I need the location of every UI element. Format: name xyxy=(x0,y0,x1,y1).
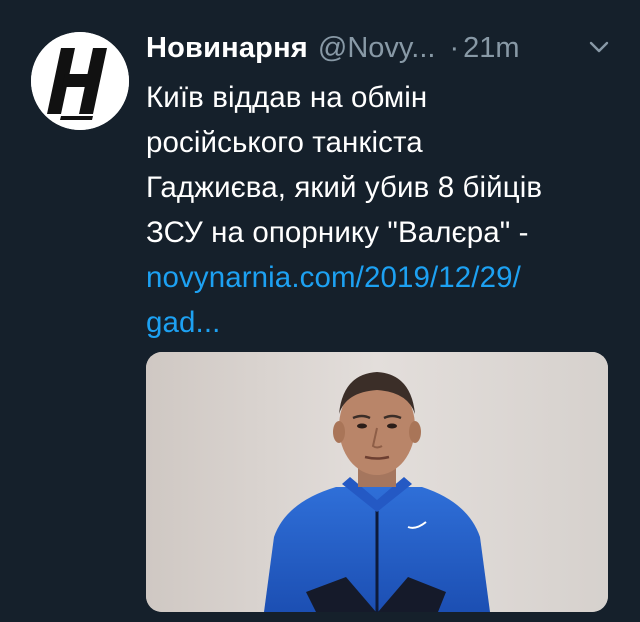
tweet-text-line: Гаджиєва, який убив 8 бійців xyxy=(146,171,543,204)
photo-of-man xyxy=(146,352,608,612)
separator: · xyxy=(449,31,460,64)
avatar[interactable] xyxy=(31,32,129,130)
tweet-header: Новинарня @Novy... · 21m xyxy=(146,28,612,68)
tweet-text-line: ЗСУ на опорнику "Валєра" - xyxy=(146,216,529,249)
author-handle[interactable]: @Novy... xyxy=(318,32,436,65)
tweet-link[interactable]: gad... xyxy=(146,300,616,345)
tweet-link[interactable]: novynarnia.com/2019/12/29/ xyxy=(146,255,616,300)
chevron-down-icon[interactable] xyxy=(586,34,612,60)
tweet-text-line: російського танкіста xyxy=(146,126,423,159)
timestamp[interactable]: 21m xyxy=(463,32,519,65)
novynarnia-logo-icon xyxy=(31,32,129,130)
tweet-text: Київ віддав на обмін російського танкіст… xyxy=(146,75,616,345)
tweet[interactable]: Новинарня @Novy... · 21m Київ віддав на … xyxy=(0,0,640,622)
tweet-media-image[interactable] xyxy=(146,352,608,612)
author-name[interactable]: Новинарня xyxy=(146,32,308,65)
tweet-text-line: Київ віддав на обмін xyxy=(146,81,428,114)
